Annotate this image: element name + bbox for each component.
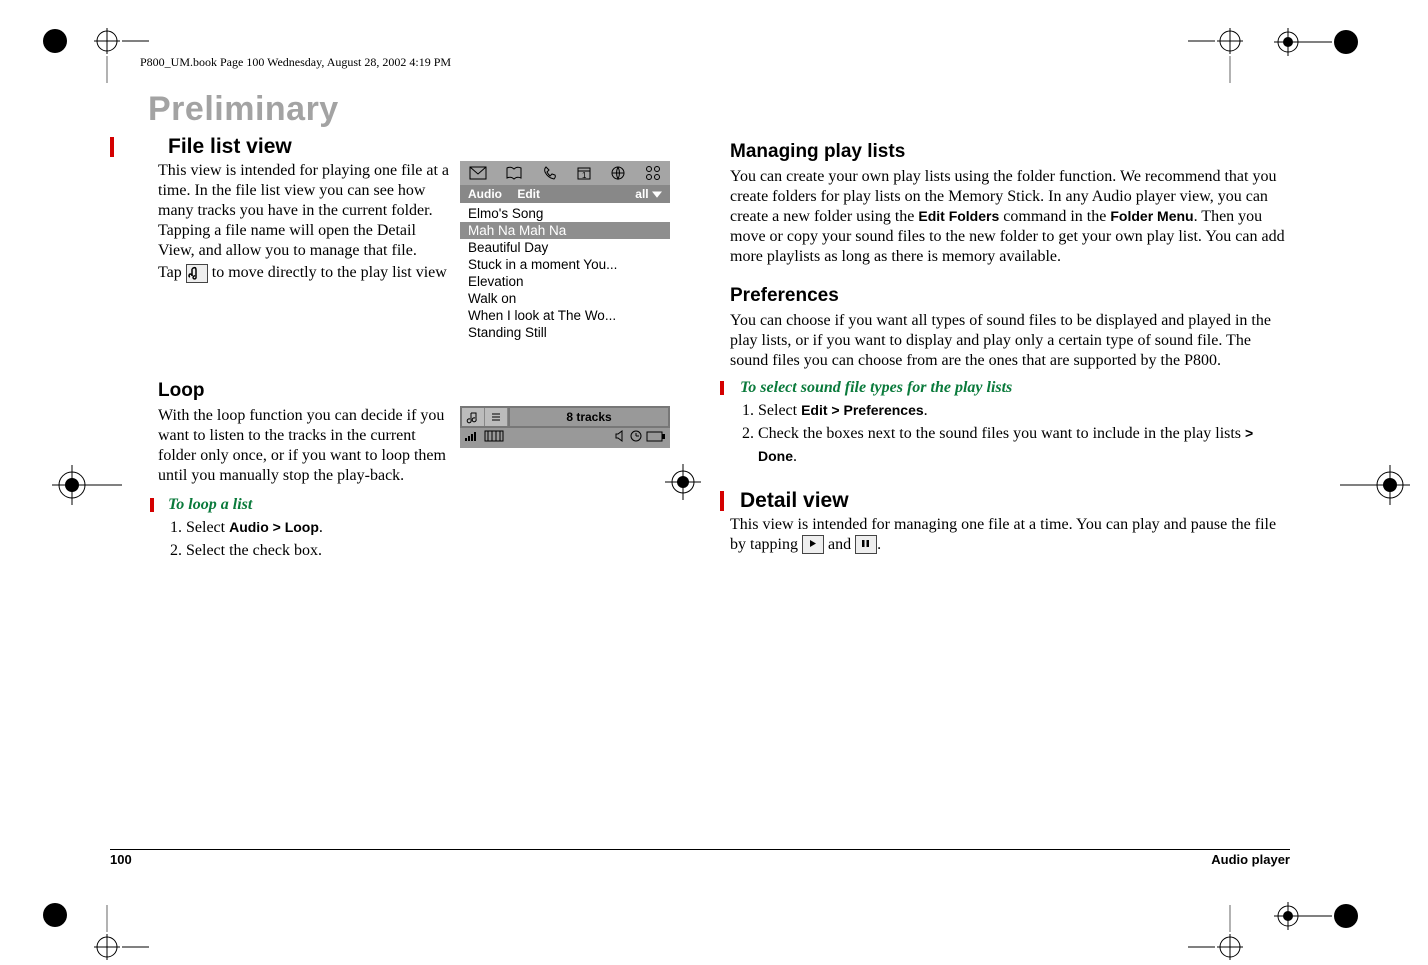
play-button-icon: [802, 535, 824, 554]
battery-icon: [646, 429, 666, 447]
svg-text:1: 1: [582, 171, 587, 180]
preferences-heading: Preferences: [730, 285, 1290, 307]
book-icon: [505, 166, 523, 180]
preferences-howto-title: To select sound file types for the play …: [730, 379, 1290, 397]
crop-mark-icon: [1188, 28, 1243, 88]
preferences-paragraph: You can choose if you want all types of …: [730, 311, 1290, 371]
loop-howto-title: To loop a list: [160, 496, 670, 514]
list-item: Standing Still: [460, 324, 670, 341]
tracks-count-label: 8 tracks: [510, 410, 668, 424]
signal-icon: [464, 429, 480, 447]
detail-view-paragraph: This view is intended for managing one f…: [730, 515, 1290, 555]
list-item: Stuck in a moment You...: [460, 256, 670, 273]
list-item: When I look at The Wo...: [460, 307, 670, 324]
section-title: Audio player: [1211, 852, 1290, 867]
keyboard-icon: [484, 429, 504, 447]
clock-icon: [630, 429, 642, 447]
folder-selector: all: [635, 187, 662, 201]
pause-button-icon: [855, 535, 877, 554]
list-tab-icon: [485, 408, 508, 426]
file-list-screenshot: 1 Audio Edit all Elmo's Song Mah Na Mah …: [460, 161, 670, 356]
audio-menu: Audio: [468, 187, 502, 201]
edit-menu: Edit: [517, 187, 540, 201]
calendar-icon: 1: [576, 165, 592, 181]
tracks-bar-screenshot: 8 tracks: [460, 406, 670, 448]
track-list: Elmo's Song Mah Na Mah Na Beautiful Day …: [460, 203, 670, 341]
apps-icon: [645, 165, 661, 181]
list-item: Walk on: [460, 290, 670, 307]
crop-mark-icon: [1188, 905, 1243, 965]
prefs-step-2: Check the boxes next to the sound files …: [758, 422, 1290, 468]
list-item: Mah Na Mah Na: [460, 222, 670, 239]
left-column: File list view 1 Audio Edit all: [110, 135, 670, 855]
list-item: Beautiful Day: [460, 239, 670, 256]
phone-icon: [542, 165, 558, 181]
detail-view-heading: Detail view: [730, 489, 1290, 513]
managing-heading: Managing play lists: [730, 141, 1290, 163]
filelist-heading: File list view: [120, 135, 670, 159]
prefs-step-1: Select Edit > Preferences.: [758, 399, 1290, 422]
loop-step-1: Select Audio > Loop.: [186, 516, 670, 539]
mail-icon: [469, 166, 487, 180]
music-tab-icon: [462, 408, 485, 426]
book-frame-tag: P800_UM.book Page 100 Wednesday, August …: [140, 55, 451, 70]
register-pair-icon: [1274, 902, 1364, 937]
speaker-icon: [614, 429, 626, 447]
register-dot-icon: [42, 902, 68, 933]
page-number: 100: [110, 852, 132, 867]
right-column: Managing play lists You can create your …: [730, 135, 1290, 855]
device-status-bar: 1: [460, 161, 670, 185]
playlist-view-icon: [186, 264, 208, 283]
list-item: Elevation: [460, 273, 670, 290]
register-dot-icon: [42, 28, 68, 59]
loop-heading: Loop: [110, 380, 670, 402]
browser-icon: [610, 165, 626, 181]
managing-paragraph: You can create your own play lists using…: [730, 167, 1290, 267]
register-pair-icon: [1274, 28, 1364, 63]
loop-step-2: Select the check box.: [186, 539, 670, 562]
crop-mark-icon: [94, 905, 149, 965]
list-item: Elmo's Song: [460, 205, 670, 222]
register-target-icon: [1340, 445, 1420, 530]
watermark-text: Preliminary: [148, 90, 339, 129]
